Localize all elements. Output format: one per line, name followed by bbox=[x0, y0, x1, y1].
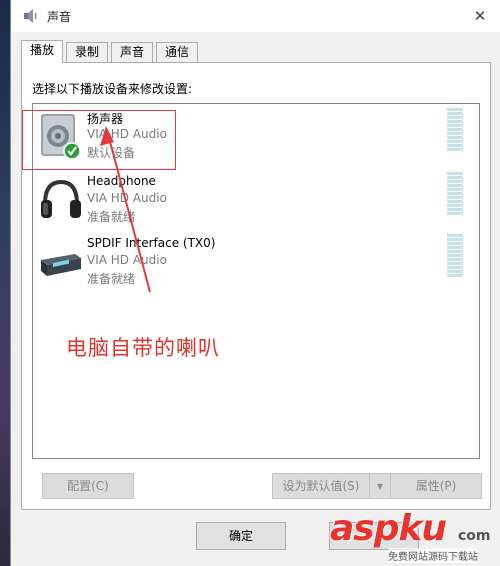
device-driver: VIA HD Audio bbox=[87, 253, 167, 267]
volume-meter bbox=[447, 108, 463, 152]
spdif-icon bbox=[41, 254, 81, 276]
device-item-headphone[interactable]: Headphone VIA HD Audio 准备就绪 bbox=[35, 172, 475, 232]
annotation-text: 电脑自带的喇叭 bbox=[66, 336, 220, 360]
speaker-app-icon bbox=[24, 9, 37, 23]
window-title: 声音 bbox=[47, 10, 72, 24]
watermark: aspku com 免费网站源码下载站 bbox=[326, 508, 500, 566]
watermark-subtitle: 免费网站源码下载站 bbox=[388, 548, 478, 563]
device-name: 扬声器 bbox=[87, 112, 124, 126]
device-status: 默认设备 bbox=[87, 146, 136, 160]
watermark-logo: aspku bbox=[330, 508, 447, 549]
tab-recording[interactable]: 录制 bbox=[66, 42, 109, 62]
playback-panel: 选择以下播放设备来修改设置: 扬声器 VIA HD Audio 默认设备 Hea… bbox=[21, 62, 491, 510]
volume-meter bbox=[447, 234, 463, 278]
tab-sounds[interactable]: 声音 bbox=[111, 42, 154, 62]
set-default-button[interactable]: 设为默认值(S) bbox=[272, 473, 370, 499]
device-item-speakers[interactable]: 扬声器 VIA HD Audio 默认设备 bbox=[35, 108, 475, 168]
instruction-text: 选择以下播放设备来修改设置: bbox=[32, 82, 193, 96]
device-item-spdif[interactable]: SPDIF Interface (TX0) VIA HD Audio 准备就绪 bbox=[35, 234, 475, 294]
device-status: 准备就绪 bbox=[87, 272, 136, 286]
watermark-suffix: com bbox=[458, 528, 491, 544]
device-name: Headphone bbox=[87, 174, 156, 188]
device-list[interactable]: 扬声器 VIA HD Audio 默认设备 Headphone VIA HD A… bbox=[32, 103, 480, 459]
set-default-dropdown-button[interactable]: ▾ bbox=[369, 473, 391, 499]
configure-button[interactable]: 配置(C) bbox=[42, 473, 134, 499]
speaker-icon bbox=[41, 114, 81, 160]
volume-meter bbox=[447, 172, 463, 216]
tab-playback[interactable]: 播放 bbox=[21, 40, 64, 63]
close-icon: ✕ bbox=[473, 7, 487, 25]
ok-button[interactable]: 确定 bbox=[196, 522, 286, 550]
close-button[interactable]: ✕ bbox=[469, 5, 491, 27]
properties-button[interactable]: 属性(P) bbox=[390, 473, 482, 499]
device-status: 准备就绪 bbox=[87, 210, 136, 224]
headphone-icon bbox=[41, 179, 81, 218]
tab-communications[interactable]: 通信 bbox=[156, 42, 199, 62]
desktop-background bbox=[0, 0, 10, 566]
chevron-down-icon: ▾ bbox=[376, 479, 384, 493]
title-bar: 声音 ✕ bbox=[11, 0, 500, 32]
device-name: SPDIF Interface (TX0) bbox=[87, 236, 216, 250]
device-driver: VIA HD Audio bbox=[87, 191, 167, 205]
device-driver: VIA HD Audio bbox=[87, 127, 167, 141]
sound-dialog: 声音 ✕ 播放 录制 声音 通信 选择以下播放设备来修改设置: 扬声器 VIA … bbox=[10, 0, 500, 566]
